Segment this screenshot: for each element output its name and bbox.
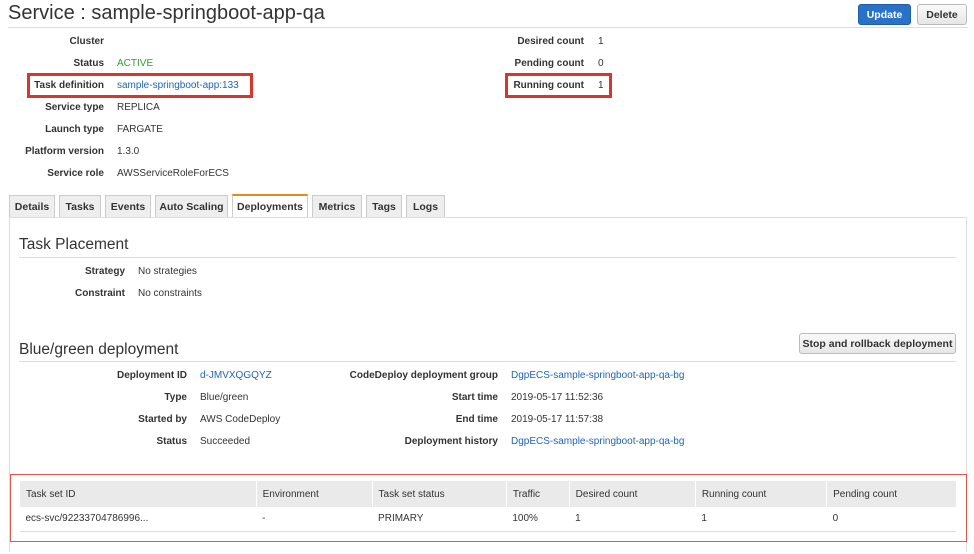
service-info-value: REPLICA bbox=[117, 102, 160, 113]
deployment-label: End time bbox=[455, 414, 498, 425]
placement-label: Strategy bbox=[84, 266, 125, 277]
service-count-value: 0 bbox=[598, 58, 604, 69]
tab-metrics[interactable]: Metrics bbox=[312, 195, 362, 218]
table-cell: 1 bbox=[569, 507, 696, 532]
divider bbox=[8, 27, 968, 28]
deployment-value[interactable]: d-JMVXQGQYZ bbox=[200, 370, 272, 381]
tab-deployments[interactable]: Deployments bbox=[232, 194, 308, 218]
highlight-task-definition bbox=[27, 73, 253, 98]
tab-auto-scaling[interactable]: Auto Scaling bbox=[155, 195, 228, 218]
service-count-label: Pending count bbox=[514, 58, 584, 69]
deployment-value: 2019-05-17 11:57:38 bbox=[511, 414, 604, 425]
service-count-label: Desired count bbox=[517, 36, 584, 47]
table-row: ecs-svc/92233704786996... - PRIMARY 100% 1 1 0 bbox=[19, 507, 956, 532]
task-sets-table: Task set ID Environment Task set status Tra… bbox=[19, 481, 956, 532]
deployment-label: Type bbox=[164, 392, 187, 403]
tab-details[interactable]: Details bbox=[9, 195, 55, 218]
deployment-label: Deployment ID bbox=[116, 370, 187, 381]
deployment-value[interactable]: DgpECS-sample-springboot-app-qa-bg bbox=[511, 436, 684, 447]
stop-rollback-button[interactable]: Stop and rollback deployment bbox=[799, 333, 956, 354]
tab-tags[interactable]: Tags bbox=[366, 195, 402, 218]
deployment-label: CodeDeploy deployment group bbox=[349, 370, 498, 381]
divider bbox=[19, 361, 956, 362]
service-info-label: Service type bbox=[45, 102, 104, 113]
deployment-label: Started by bbox=[138, 414, 187, 425]
deployment-value: Blue/green bbox=[200, 392, 249, 403]
service-info-label: Platform version bbox=[25, 146, 104, 157]
deployment-label: Deployment history bbox=[404, 436, 498, 447]
table-cell: 100% bbox=[506, 507, 570, 532]
deployment-label: Status bbox=[156, 436, 187, 447]
table-cell: 0 bbox=[826, 507, 956, 532]
delete-button[interactable]: Delete bbox=[917, 4, 967, 25]
service-info-value: FARGATE bbox=[117, 124, 163, 135]
service-info-label: Launch type bbox=[45, 124, 104, 135]
service-info-value: 1.3.0 bbox=[117, 146, 140, 157]
service-info-label: Status bbox=[73, 58, 104, 69]
highlight-running-count bbox=[505, 73, 612, 98]
placement-label: Constraint bbox=[75, 288, 125, 299]
deployment-value: Succeeded bbox=[200, 436, 251, 447]
service-info-value: AWSServiceRoleForECS bbox=[117, 168, 229, 179]
update-button[interactable]: Update bbox=[858, 4, 911, 25]
service-info-label: Cluster bbox=[69, 36, 104, 47]
column-header[interactable]: Pending count bbox=[826, 481, 956, 507]
table-cell: 1 bbox=[695, 507, 827, 532]
bluegreen-heading: Blue/green deployment bbox=[19, 341, 179, 358]
deployment-value[interactable]: DgpECS-sample-springboot-app-qa-bg bbox=[511, 370, 684, 381]
service-info-value: ACTIVE bbox=[117, 58, 154, 69]
column-header[interactable]: Desired count bbox=[568, 481, 696, 507]
task-placement-heading: Task Placement bbox=[19, 236, 129, 253]
column-header[interactable]: Traffic bbox=[505, 481, 570, 507]
deployment-label: Start time bbox=[451, 392, 498, 403]
service-info-label: Service role bbox=[47, 168, 104, 179]
service-count-value: 1 bbox=[598, 36, 604, 47]
page-title: Service : sample-springboot-app-qa bbox=[8, 2, 325, 24]
tab-logs[interactable]: Logs bbox=[406, 195, 445, 218]
column-header[interactable]: Task set status bbox=[371, 481, 507, 507]
table-cell: - bbox=[256, 507, 373, 532]
table-cell: ecs-svc/92233704786996... bbox=[19, 507, 257, 532]
divider bbox=[19, 257, 956, 258]
placement-value: No strategies bbox=[138, 266, 197, 277]
deployment-value: 2019-05-17 11:52:36 bbox=[511, 392, 604, 403]
table-cell: PRIMARY bbox=[372, 507, 507, 532]
tab-tasks[interactable]: Tasks bbox=[59, 195, 101, 218]
column-header[interactable]: Task set ID bbox=[19, 481, 257, 507]
tab-events[interactable]: Events bbox=[105, 195, 151, 218]
deployment-value: AWS CodeDeploy bbox=[200, 414, 281, 425]
column-header[interactable]: Environment bbox=[255, 481, 373, 507]
column-header[interactable]: Running count bbox=[694, 481, 827, 507]
placement-value: No constraints bbox=[138, 288, 202, 299]
